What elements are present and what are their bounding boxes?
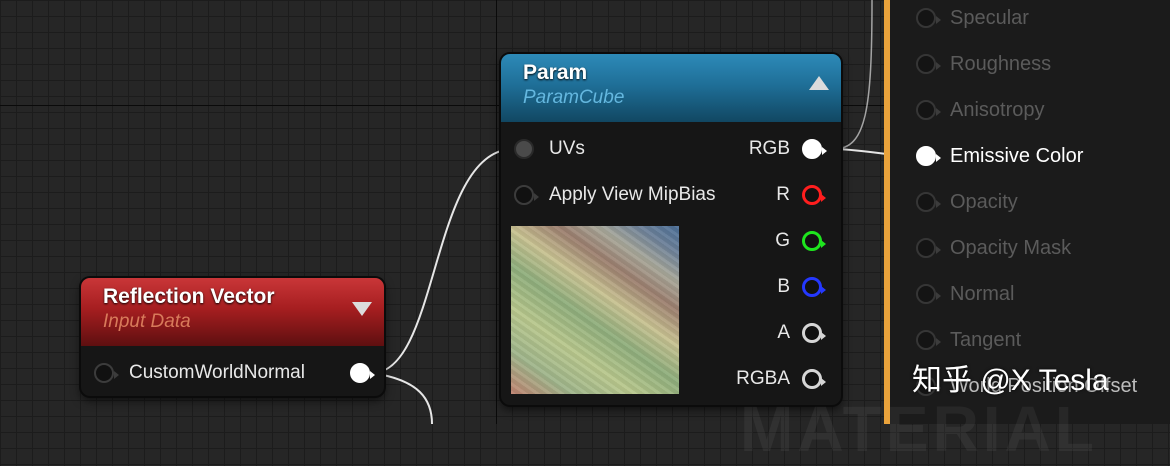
pin-icon[interactable] — [514, 139, 534, 159]
pin-icon[interactable] — [350, 363, 375, 383]
result-pin-opacity[interactable]: Opacity — [916, 187, 1018, 217]
pin-icon[interactable] — [916, 238, 941, 258]
background-material-text: MATERIAL — [740, 393, 1098, 465]
output-pin-r[interactable]: R — [776, 180, 826, 210]
pin-label-b: B — [777, 276, 790, 297]
pin-label: Anisotropy — [950, 98, 1045, 121]
result-pin-normal[interactable]: Normal — [916, 279, 1014, 309]
collapse-arrow-icon[interactable] — [809, 76, 829, 90]
pin-label-uvs: UVs — [549, 138, 585, 159]
input-pin-uvs[interactable]: UVs — [514, 134, 585, 164]
pin-label: Emissive Color — [950, 144, 1084, 167]
pin-label-a: A — [777, 322, 790, 343]
output-pin-rgba[interactable]: RGBA — [736, 364, 826, 394]
pin-icon[interactable] — [916, 54, 941, 74]
result-pin-roughness[interactable]: Roughness — [916, 49, 1051, 79]
pin-icon[interactable] — [94, 363, 119, 383]
pin-label: Roughness — [950, 52, 1052, 75]
output-pin-reflection[interactable] — [350, 358, 375, 388]
reflection-node-header[interactable]: Reflection Vector Input Data — [81, 278, 384, 346]
zhihu-watermark: 知乎 @X Tesla — [912, 364, 1109, 397]
pin-icon[interactable] — [514, 185, 539, 205]
pin-icon[interactable] — [916, 284, 941, 304]
pin-label: Tangent — [950, 328, 1022, 351]
output-pin-rgb[interactable]: RGB — [748, 134, 827, 164]
pin-label-apply-view-mipbias: Apply View MipBias — [549, 184, 716, 205]
output-pin-a[interactable]: A — [777, 318, 826, 348]
pin-icon[interactable] — [916, 330, 941, 350]
pin-label: Opacity — [950, 190, 1018, 213]
input-pin-customworldnormal[interactable]: CustomWorldNormal — [94, 358, 305, 388]
pin-label-g: G — [775, 230, 790, 251]
pin-label: Specular — [950, 6, 1029, 29]
pin-icon[interactable] — [916, 100, 941, 120]
pin-label: Opacity Mask — [950, 236, 1072, 259]
output-pin-b[interactable]: B — [777, 272, 826, 302]
pin-label-rgba: RGBA — [736, 368, 790, 389]
pin-label-customworldnormal: CustomWorldNormal — [129, 362, 305, 383]
pin-icon[interactable] — [802, 277, 826, 297]
result-pin-opacity-mask[interactable]: Opacity Mask — [916, 233, 1071, 263]
pin-icon[interactable] — [802, 139, 827, 159]
pin-icon[interactable] — [802, 231, 826, 251]
reflection-vector-node[interactable]: Reflection Vector Input Data CustomWorld… — [81, 278, 384, 396]
pin-label-rgb: RGB — [748, 138, 790, 159]
result-pin-specular[interactable]: Specular — [916, 3, 1029, 33]
param-node-subtitle: ParamCube — [523, 87, 625, 108]
result-pin-anisotropy[interactable]: Anisotropy — [916, 95, 1045, 125]
reflection-node-subtitle: Input Data — [103, 311, 191, 332]
pin-label-r: R — [776, 184, 790, 205]
result-pin-emissive-color[interactable]: Emissive Color — [916, 141, 1083, 171]
param-node-header[interactable]: Param ParamCube — [501, 54, 841, 122]
expand-arrow-icon[interactable] — [352, 302, 372, 316]
input-pin-apply-view-mipbias[interactable]: Apply View MipBias — [514, 180, 716, 210]
pin-icon[interactable] — [916, 146, 941, 166]
pin-icon[interactable] — [802, 369, 826, 389]
pin-icon[interactable] — [802, 323, 826, 343]
cube-texture-preview — [511, 226, 679, 394]
pin-icon[interactable] — [916, 8, 941, 28]
output-pin-g[interactable]: G — [775, 226, 826, 256]
param-node-title: Param — [523, 61, 588, 84]
result-pin-tangent[interactable]: Tangent — [916, 325, 1021, 355]
wire-reflection-to-uvs — [371, 148, 515, 374]
reflection-node-title: Reflection Vector — [103, 285, 275, 308]
pin-icon[interactable] — [916, 192, 941, 212]
pin-label: Normal — [950, 282, 1015, 305]
param-node[interactable]: Param ParamCube UVs Apply View MipBias R… — [501, 54, 841, 405]
pin-icon[interactable] — [802, 185, 826, 205]
